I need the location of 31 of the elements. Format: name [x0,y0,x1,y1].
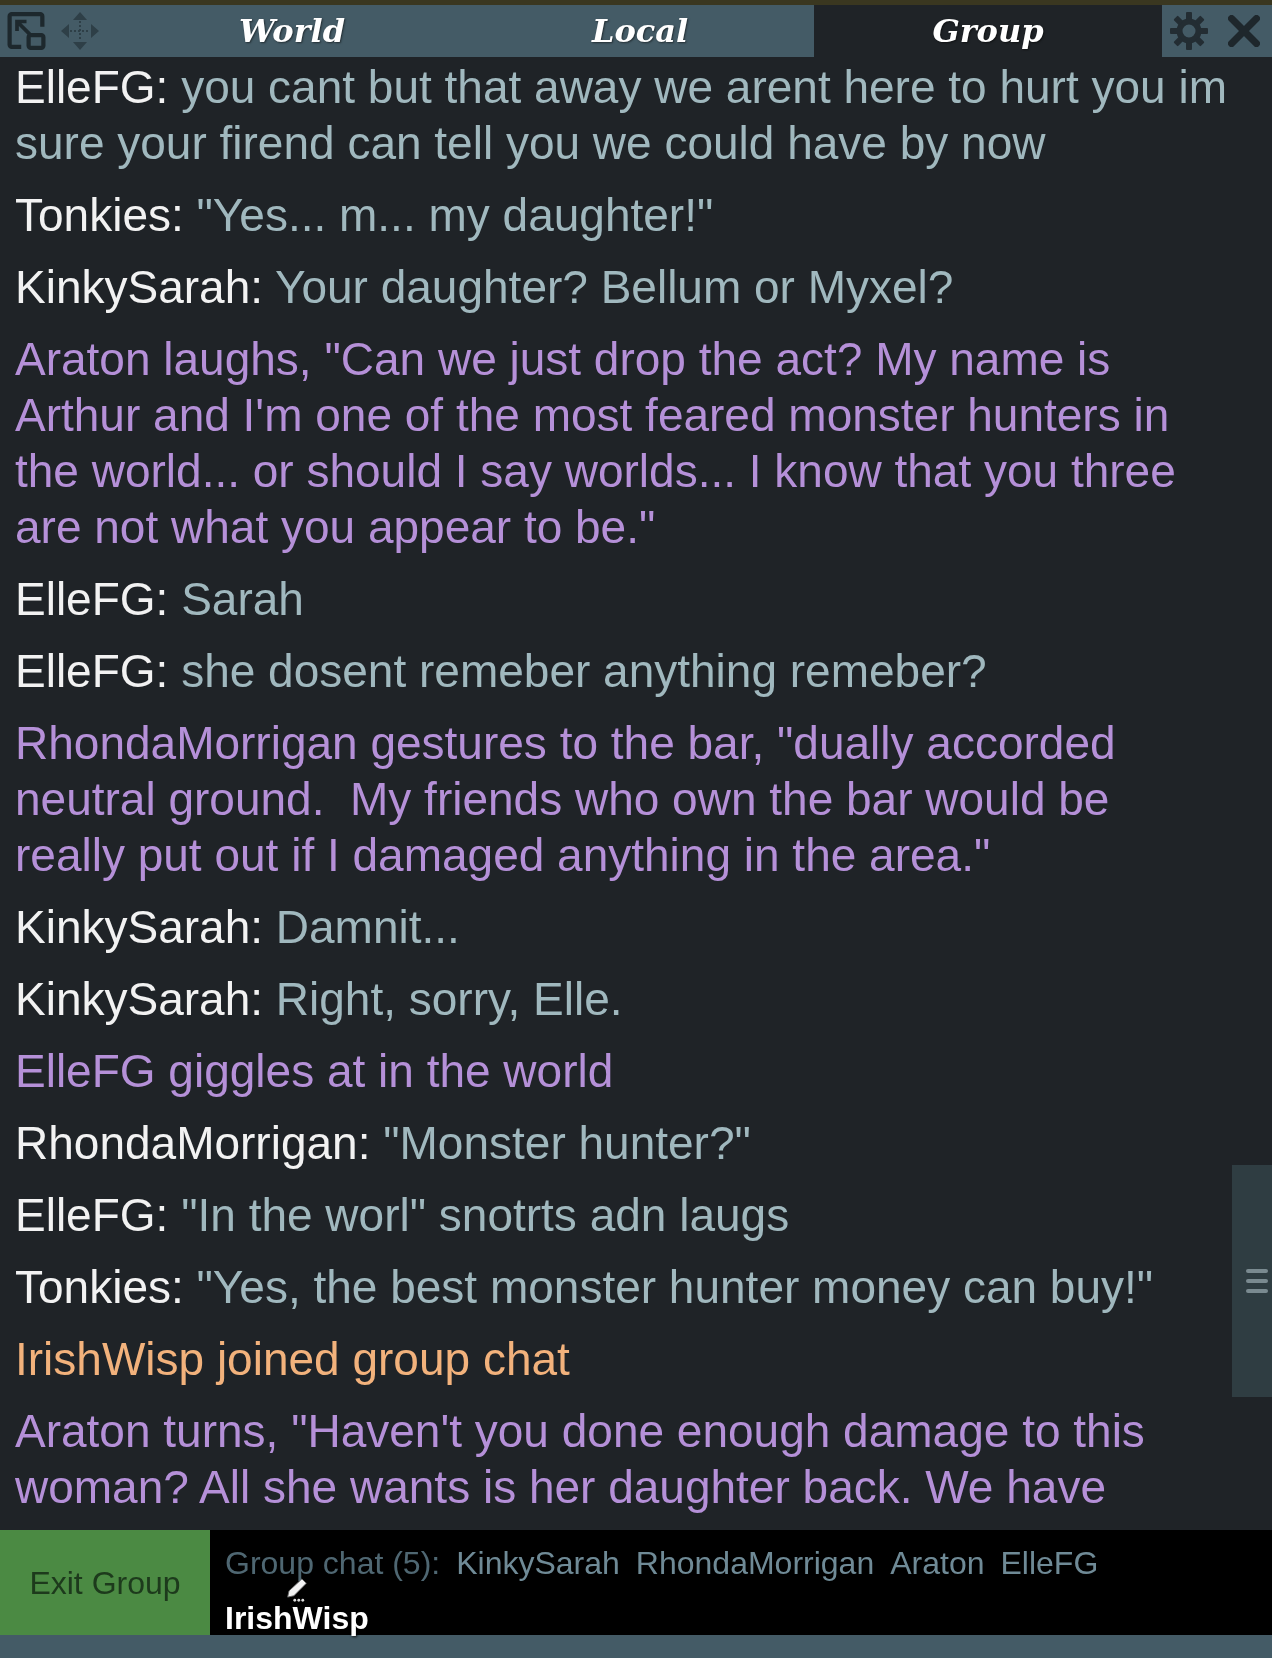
emote-message: ElleFG giggles at in the world [15,1044,615,1099]
system-message: IrishWisp joined group chat [15,1332,571,1387]
group-chat-label: Group chat (5): [225,1547,441,1580]
chat-message: KinkySarah: Damnit... [15,900,461,955]
emote-message: RhondaMorrigan gestures to the bar, "dually accorded neutral ground. My friends who own the bar would be really put out if I damaged anything in the area." [15,716,1117,883]
tab[interactable]: Group [814,5,1162,57]
emote-message: Araton turns, "Haven't you done enough damage to this woman? All she wants is her daughter back. We have [15,1404,1146,1515]
member-name: ElleFG [1000,1547,1099,1580]
resize-window-icon[interactable] [7,12,46,50]
emote-message: Araton laughs, "Can we just drop the act? My name is Arthur and I'm one of the most feared monster hunters in the world... or should I say worlds... I know that you three are not what you appear to be." [15,332,1177,555]
scrollbar-thumb[interactable] [1232,1165,1272,1397]
chat-message: Tonkies: "Yes, the best monster hunter money can buy!" [15,1260,1155,1315]
member-name: RhondaMorrigan [635,1547,875,1580]
member-name: IrishWisp [225,1600,369,1636]
chat-message: KinkySarah: Your daughter? Bellum or Myxel? [15,260,955,315]
settings-icon[interactable] [1170,12,1208,50]
grip-icon [1246,1269,1268,1293]
chat-message: ElleFG: Sarah [15,572,305,627]
member-name: KinkySarah [456,1547,620,1580]
chat-message: KinkySarah: Right, sorry, Elle. [15,972,624,1027]
chat-message: ElleFG: you cant but that away we arent here to hurt you im sure your firend can tell you we could have by now [15,60,1228,171]
tab[interactable]: World [118,5,466,57]
move-arrows-icon[interactable] [61,12,99,50]
chat-message: RhondaMorrigan: "Monster hunter?" [15,1116,752,1171]
member-name: Araton [890,1547,985,1580]
close-icon[interactable] [1228,15,1260,47]
chat-message: ElleFG: "In the worl" snotrts adn laugs [15,1188,791,1243]
chat-input-field[interactable] [0,1635,1272,1658]
tab[interactable]: Local [466,5,814,57]
chat-message: Tonkies: "Yes... m... my daughter!" [15,188,715,243]
chat-message: ElleFG: she dosent remeber anything remeber? [15,644,988,699]
